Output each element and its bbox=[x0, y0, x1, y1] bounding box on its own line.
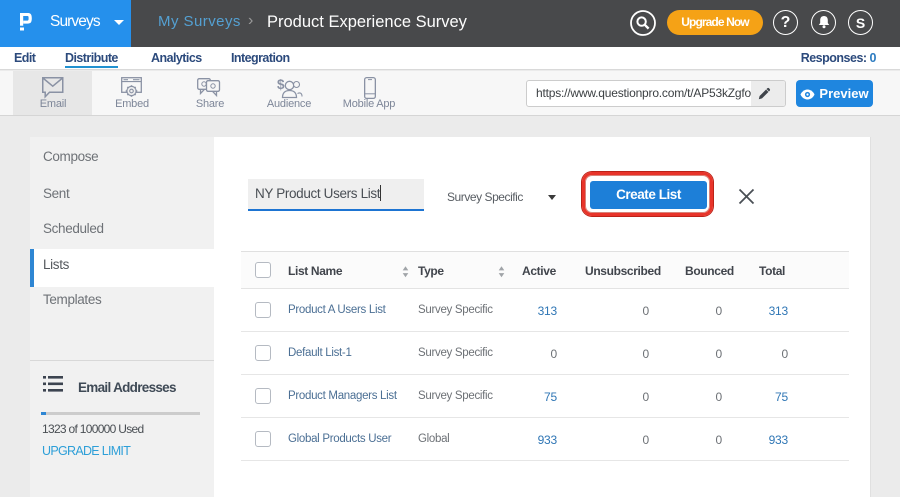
svg-text:$: $ bbox=[277, 77, 285, 92]
